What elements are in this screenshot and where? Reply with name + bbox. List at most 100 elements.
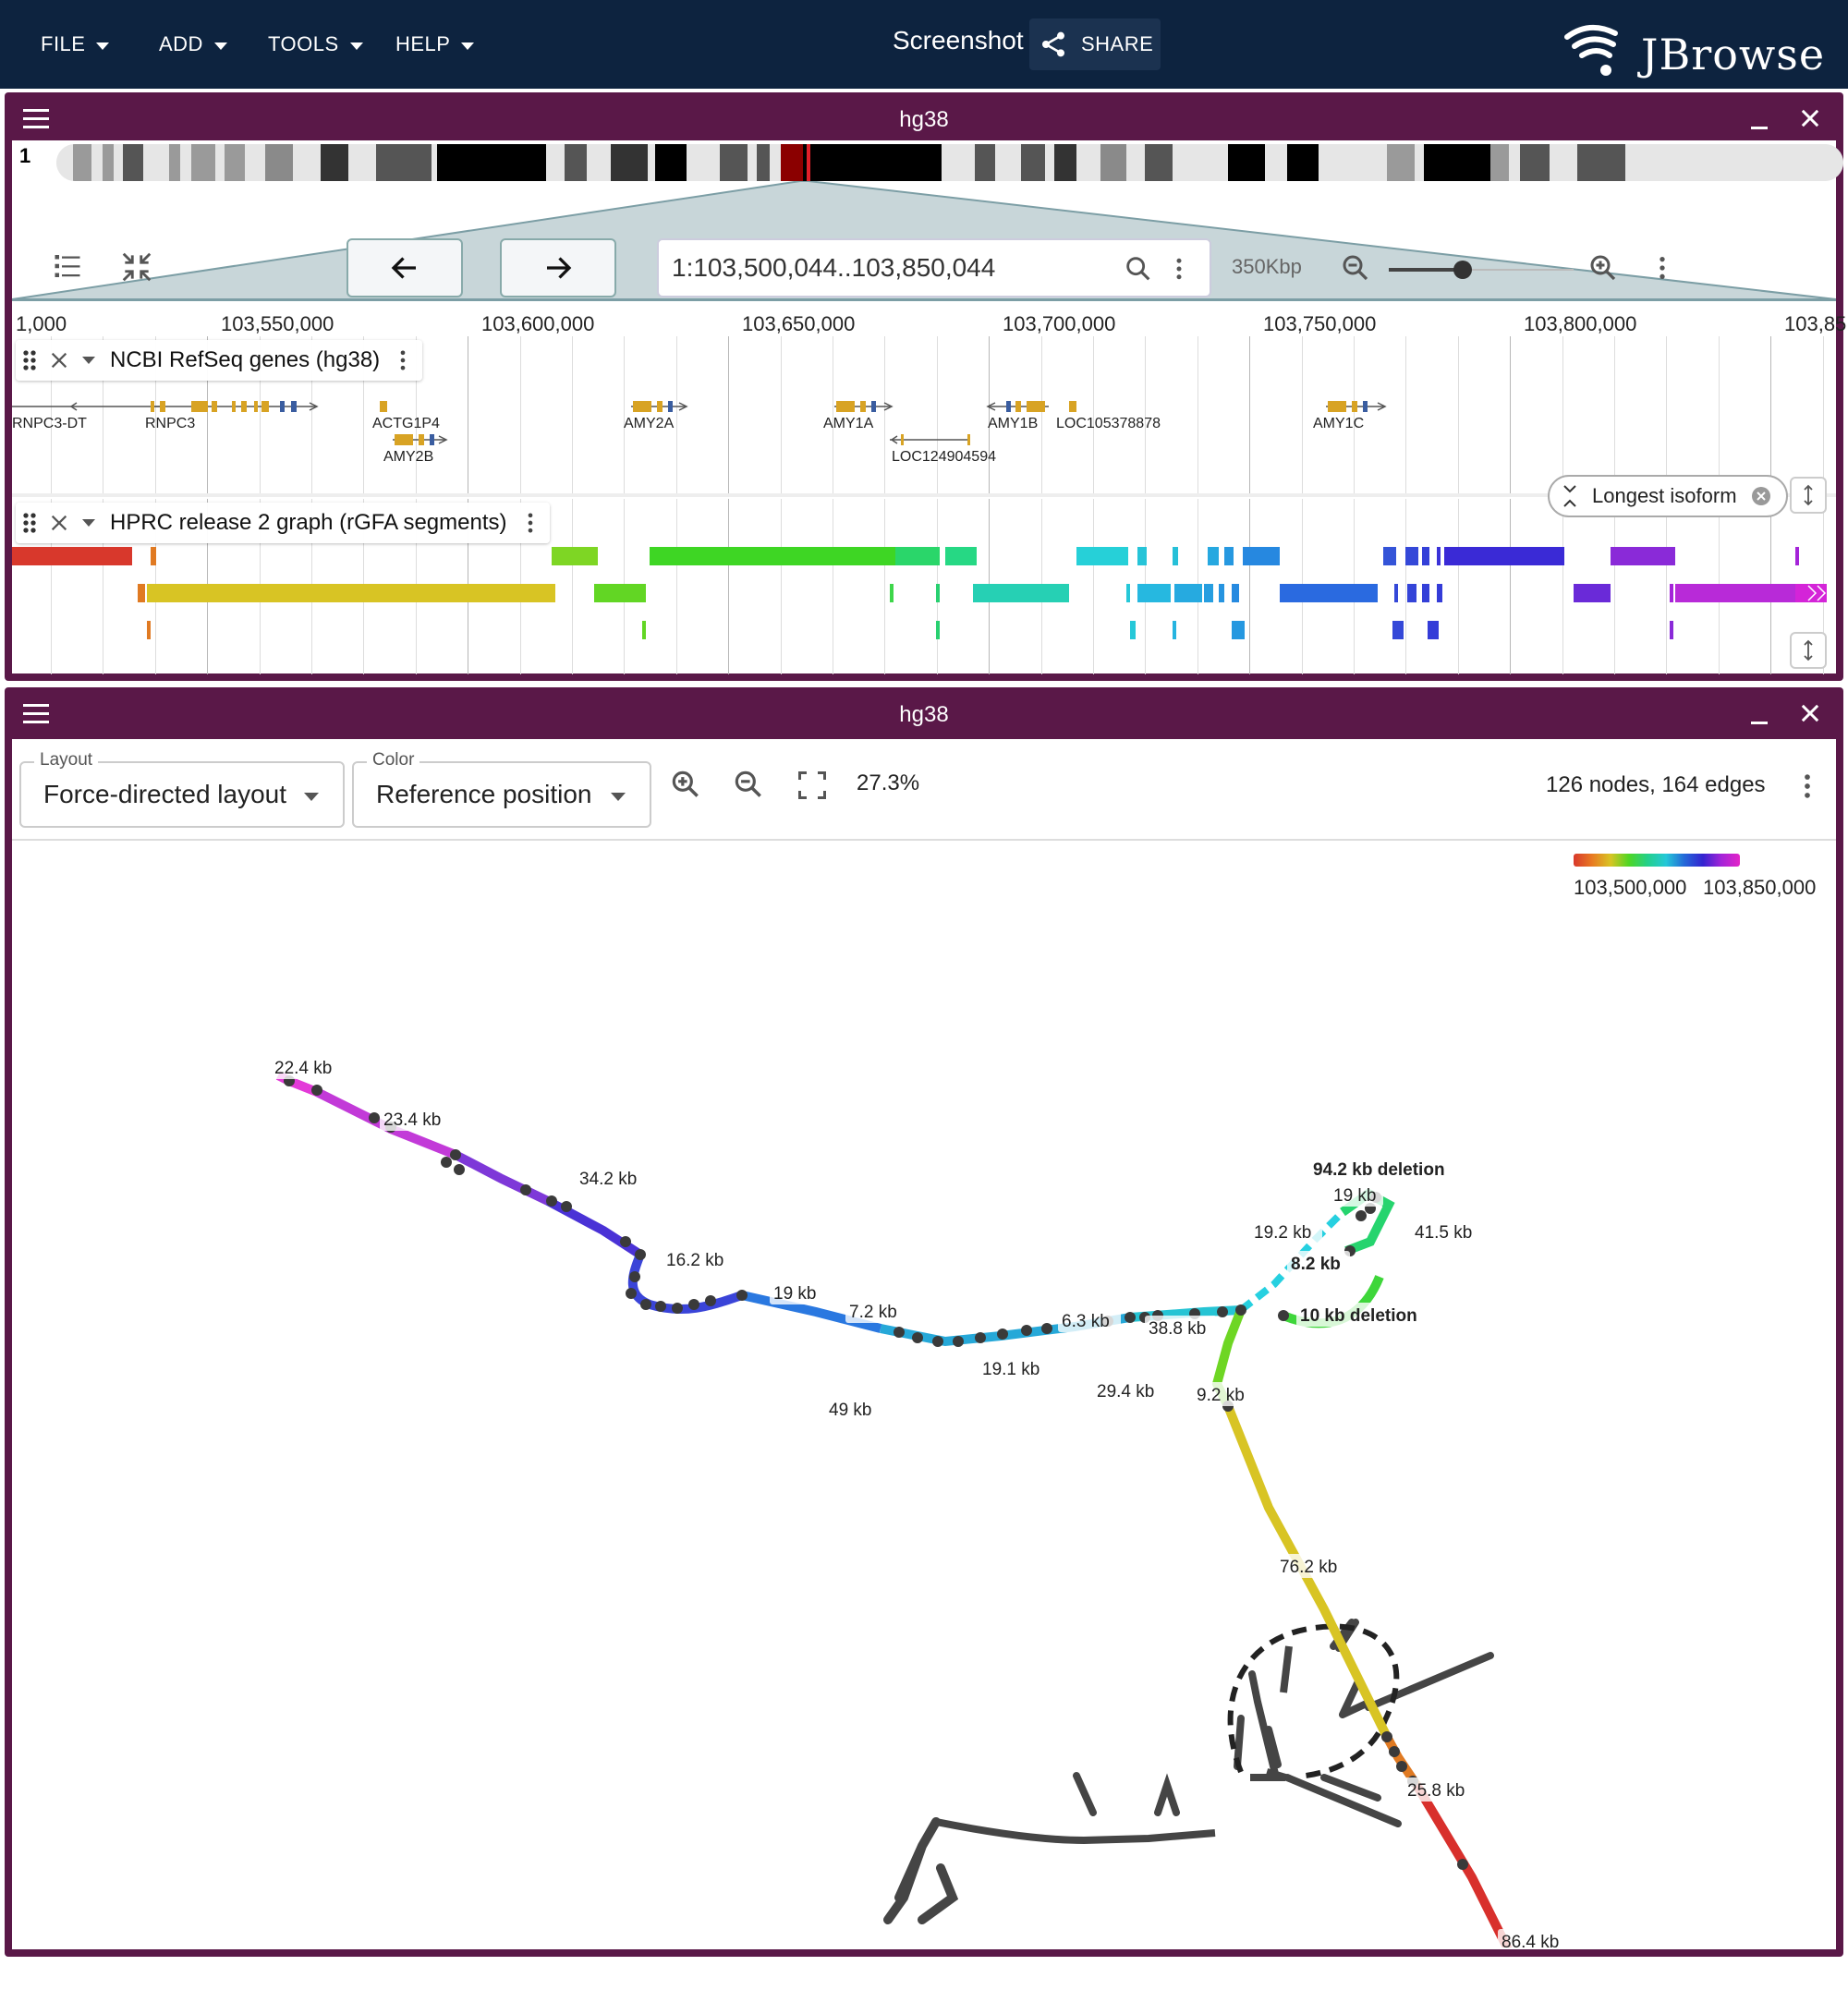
rgfa-segment[interactable]	[1174, 584, 1202, 602]
graph-node[interactable]	[635, 1249, 646, 1260]
pan-left-button[interactable]	[346, 238, 463, 297]
gene-label[interactable]: ACTG1P4	[372, 416, 440, 432]
gene-label[interactable]: AMY1A	[823, 416, 873, 432]
rgfa-segment[interactable]	[895, 547, 940, 565]
graph-node[interactable]	[1217, 1306, 1228, 1317]
track-menu-icon[interactable]	[520, 510, 541, 536]
zoom-out-icon[interactable]	[1339, 251, 1372, 285]
gene-label[interactable]: AMY1B	[988, 416, 1038, 432]
graph-node[interactable]	[912, 1332, 923, 1343]
close-track-icon[interactable]	[49, 350, 69, 370]
close-track-icon[interactable]	[49, 513, 69, 533]
layout-select[interactable]: Layout Force-directed layout	[19, 750, 345, 828]
graph-track-label[interactable]: HPRC release 2 graph (rGFA segments)	[16, 503, 550, 543]
graph-node[interactable]	[894, 1327, 905, 1338]
rgfa-segment[interactable]	[1137, 547, 1147, 565]
graph-node[interactable]	[1235, 1304, 1246, 1316]
rgfa-segment[interactable]	[151, 547, 156, 565]
pan-right-button[interactable]	[500, 238, 616, 297]
graph-node[interactable]	[975, 1332, 986, 1343]
rgfa-segment[interactable]	[1392, 621, 1404, 639]
rgfa-segment[interactable]	[1232, 621, 1245, 639]
close-icon[interactable]	[1797, 700, 1823, 726]
rgfa-segment[interactable]	[1232, 584, 1239, 602]
chromosome-ideogram[interactable]	[56, 144, 1843, 181]
color-select[interactable]: Color Reference position	[352, 750, 651, 828]
rgfa-segment[interactable]	[1383, 547, 1396, 565]
graph-node[interactable]	[629, 1271, 640, 1282]
graph-node[interactable]	[1457, 1859, 1468, 1870]
rgfa-segment[interactable]	[1137, 584, 1171, 602]
graph-node[interactable]	[655, 1301, 666, 1312]
add-menu[interactable]: ADD	[159, 26, 227, 63]
graph-node[interactable]	[454, 1164, 465, 1175]
graph-node[interactable]	[626, 1288, 637, 1299]
graph-options-icon[interactable]	[1795, 770, 1819, 802]
rgfa-segment[interactable]	[1126, 584, 1130, 602]
rgfa-segment[interactable]	[12, 547, 132, 565]
rgfa-segment[interactable]	[1130, 621, 1136, 639]
longest-isoform-chip[interactable]: Longest isoform	[1548, 475, 1788, 517]
rgfa-segment[interactable]	[945, 547, 977, 565]
graph-node[interactable]	[640, 1299, 651, 1310]
rgfa-segment[interactable]	[1675, 584, 1795, 602]
rgfa-segment[interactable]	[1173, 547, 1178, 565]
rgfa-segment[interactable]	[1444, 547, 1564, 565]
graph-node[interactable]	[1356, 1210, 1367, 1221]
rgfa-segment[interactable]	[1219, 584, 1224, 602]
rgfa-segment[interactable]	[1280, 584, 1378, 602]
chevron-down-icon[interactable]	[82, 357, 95, 364]
rgfa-segment[interactable]	[642, 621, 646, 639]
graph-node[interactable]	[953, 1336, 964, 1347]
minimize-icon[interactable]	[1751, 706, 1769, 724]
view-options-icon[interactable]	[1647, 253, 1677, 283]
rgfa-segment[interactable]	[1670, 621, 1673, 639]
rgfa-segment[interactable]	[1437, 584, 1442, 602]
rgfa-segment[interactable]	[1224, 547, 1234, 565]
gene-label[interactable]: RNPC3-DT	[12, 416, 87, 432]
rgfa-segment[interactable]	[138, 584, 145, 602]
graph-node[interactable]	[672, 1303, 683, 1314]
rgfa-segment[interactable]	[1076, 547, 1128, 565]
drag-handle-icon[interactable]	[21, 512, 38, 534]
rgfa-segment[interactable]	[594, 584, 646, 602]
tools-menu[interactable]: TOOLS	[268, 26, 363, 63]
zoom-in-icon[interactable]	[1587, 251, 1620, 285]
rgfa-segment[interactable]	[147, 621, 151, 639]
rgfa-segment[interactable]	[1611, 547, 1675, 565]
graph-node[interactable]	[546, 1195, 557, 1207]
track-selector-icon[interactable]	[51, 249, 84, 283]
resize-track-button[interactable]	[1790, 632, 1827, 669]
gene-label[interactable]: AMY1C	[1313, 416, 1364, 432]
help-menu[interactable]: HELP	[395, 26, 475, 63]
graph-node[interactable]	[520, 1184, 531, 1195]
location-input[interactable]	[672, 253, 1097, 283]
graph-node[interactable]	[1041, 1323, 1052, 1334]
graph-node[interactable]	[311, 1085, 322, 1096]
collapse-icon[interactable]	[119, 249, 154, 285]
rgfa-segment[interactable]	[1394, 584, 1398, 602]
graph-node[interactable]	[932, 1336, 943, 1347]
graph-node[interactable]	[997, 1329, 1008, 1340]
minimize-icon[interactable]	[1751, 111, 1769, 129]
search-icon[interactable]	[1123, 253, 1154, 285]
resize-track-button[interactable]	[1790, 477, 1827, 514]
rgfa-segment[interactable]	[1208, 547, 1219, 565]
rgfa-segment[interactable]	[973, 584, 1069, 602]
rgfa-segment[interactable]	[936, 621, 940, 639]
rgfa-segment[interactable]	[1422, 547, 1429, 565]
graph-node[interactable]	[1396, 1761, 1407, 1772]
rgfa-segment[interactable]	[890, 584, 894, 602]
track-menu-icon[interactable]	[393, 347, 413, 373]
session-title[interactable]: Screenshot	[893, 26, 1024, 55]
rgfa-segment[interactable]	[650, 547, 895, 565]
zoom-out-icon[interactable]	[731, 767, 766, 802]
rgfa-segment[interactable]	[1428, 621, 1439, 639]
file-menu[interactable]: FILE	[41, 26, 110, 63]
rgfa-segment[interactable]	[1670, 584, 1673, 602]
graph-node[interactable]	[736, 1290, 748, 1301]
genes-track-label[interactable]: NCBI RefSeq genes (hg38)	[16, 340, 423, 381]
graph-node[interactable]	[1021, 1325, 1032, 1336]
drag-handle-icon[interactable]	[21, 349, 38, 371]
zoom-slider[interactable]	[1389, 261, 1574, 279]
